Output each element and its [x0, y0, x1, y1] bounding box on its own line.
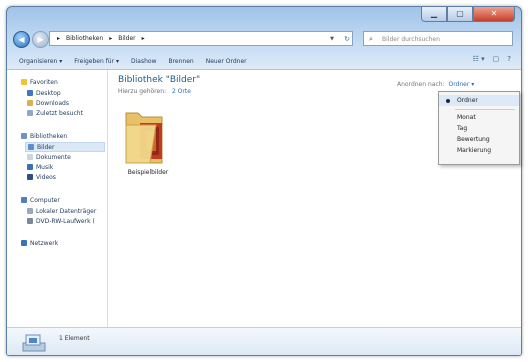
nav-item-local-disk[interactable]: Lokaler Datenträger — [27, 207, 96, 215]
nav-item-pictures[interactable]: Bilder — [25, 142, 105, 152]
menu-label: Ordner — [457, 97, 478, 104]
nav-label: Zuletzt besucht — [36, 109, 83, 117]
drive-icon — [27, 208, 33, 214]
menu-label: Markierung — [457, 147, 492, 154]
breadcrumb-arrow[interactable]: ▸ — [109, 31, 112, 46]
arrange-dropdown[interactable]: Ordner ▾ — [448, 81, 474, 88]
menu-item-month[interactable]: Monat — [439, 112, 519, 123]
network-icon — [21, 240, 27, 246]
explorer-window: ▁ ▢ ✕ ◀ ▶ ▸ Bibliotheken ▸ Bilder ▸ ▼ ↻ … — [6, 6, 522, 356]
nav-label: Favoriten — [30, 78, 58, 86]
address-root-arrow[interactable]: ▸ — [57, 31, 60, 46]
music-icon — [27, 164, 33, 170]
nav-label: Netzwerk — [30, 239, 59, 247]
nav-label: Desktop — [36, 89, 61, 97]
close-button[interactable]: ✕ — [473, 7, 515, 22]
menu-label: Tag — [457, 125, 468, 132]
share-button[interactable]: Freigeben für ▾ — [74, 58, 119, 65]
nav-item-videos[interactable]: Videos — [27, 173, 56, 181]
maximize-button[interactable]: ▢ — [447, 7, 473, 22]
radio-dot-icon — [446, 99, 450, 103]
address-dropdown-icon[interactable]: ▼ — [330, 32, 334, 47]
back-button[interactable]: ◀ — [13, 31, 30, 48]
refresh-icon[interactable]: ↻ — [344, 32, 350, 47]
nav-item-downloads[interactable]: Downloads — [27, 99, 69, 107]
navigation-pane: Favoriten Desktop Downloads Zuletzt besu… — [7, 70, 108, 327]
menu-item-tag[interactable]: Markierung — [439, 145, 519, 156]
organize-button[interactable]: Organisieren ▾ — [19, 58, 62, 65]
recent-places-icon — [27, 110, 33, 116]
menu-label: Monat — [457, 114, 476, 121]
nav-label: Musik — [36, 163, 54, 171]
documents-icon — [27, 154, 33, 160]
burn-button[interactable]: Brennen — [168, 58, 193, 65]
caption-buttons: ▁ ▢ ✕ — [421, 7, 515, 22]
menu-item-rating[interactable]: Bewertung — [439, 134, 519, 145]
libraries-icon — [21, 133, 27, 139]
minimize-button[interactable]: ▁ — [421, 7, 447, 22]
star-icon — [21, 79, 27, 85]
nav-item-network[interactable]: Netzwerk — [21, 239, 58, 247]
desktop-icon — [27, 90, 33, 96]
nav-item-music[interactable]: Musik — [27, 163, 53, 171]
videos-icon — [27, 174, 33, 180]
nav-label: Videos — [36, 173, 56, 181]
forward-button[interactable]: ▶ — [32, 31, 49, 48]
view-options-icon[interactable]: ☷ ▾ — [473, 55, 485, 63]
library-stack-icon — [22, 334, 46, 352]
library-title: Bibliothek "Bilder" — [118, 75, 201, 85]
downloads-icon — [27, 100, 33, 106]
nav-label: Downloads — [36, 99, 69, 107]
view-controls: ☷ ▾ ▢ ? — [473, 55, 511, 63]
menu-label: Bewertung — [457, 136, 490, 143]
nav-item-libraries[interactable]: Bibliotheken — [21, 132, 67, 140]
computer-icon — [21, 197, 27, 203]
nav-label: Dokumente — [36, 153, 71, 161]
menu-item-day[interactable]: Tag — [439, 123, 519, 134]
nav-label: Bibliotheken — [30, 132, 68, 140]
search-placeholder: Bilder durchsuchen — [382, 36, 440, 43]
locations-link[interactable]: 2 Orte — [172, 88, 191, 95]
menu-separator — [455, 109, 515, 110]
folder-item[interactable]: Beispielbilder — [120, 103, 168, 176]
nav-item-computer[interactable]: Computer — [21, 196, 60, 204]
breadcrumb-pictures[interactable]: Bilder — [118, 31, 135, 46]
folder-icon — [125, 112, 163, 164]
breadcrumb-arrow[interactable]: ▸ — [142, 31, 145, 46]
nav-label: Lokaler Datenträger — [36, 207, 97, 215]
arrange-by: Anordnen nach: Ordner ▾ — [397, 81, 474, 88]
nav-label: Computer — [30, 196, 60, 204]
item-count: 1 Element — [59, 335, 90, 342]
pictures-icon — [28, 144, 34, 150]
includes-label: Hierzu gehören: — [118, 88, 167, 95]
search-box[interactable]: ⌕ Bilder durchsuchen — [363, 31, 513, 46]
breadcrumb-libraries[interactable]: Bibliotheken — [66, 31, 103, 46]
nav-label: DVD-RW-Laufwerk ( — [36, 217, 95, 225]
nav-item-desktop[interactable]: Desktop — [27, 89, 61, 97]
nav-label: Bilder — [37, 143, 55, 151]
menu-item-folder[interactable]: Ordner — [439, 95, 519, 106]
nav-item-dvd-drive[interactable]: DVD-RW-Laufwerk ( — [27, 217, 95, 225]
help-icon[interactable]: ? — [507, 55, 511, 63]
arrange-label: Anordnen nach: — [397, 81, 445, 88]
address-bar[interactable]: ▸ Bibliotheken ▸ Bilder ▸ ▼ ↻ — [49, 31, 353, 46]
details-pane: 1 Element — [7, 327, 521, 355]
command-bar: Organisieren ▾ Freigeben für ▾ Diashow B… — [7, 53, 521, 70]
arrange-menu: Ordner Monat Tag Bewertung Markierung — [438, 91, 520, 165]
folder-name: Beispielbilder — [127, 169, 169, 176]
nav-item-favorites[interactable]: Favoriten — [21, 78, 58, 86]
preview-pane-icon[interactable]: ▢ — [493, 55, 500, 63]
nav-buttons: ◀ ▶ — [13, 31, 49, 48]
slideshow-button[interactable]: Diashow — [131, 58, 156, 65]
new-folder-button[interactable]: Neuer Ordner — [206, 58, 247, 65]
library-subtitle: Hierzu gehören: 2 Orte — [118, 88, 191, 95]
dvd-drive-icon — [27, 218, 33, 224]
nav-item-documents[interactable]: Dokumente — [27, 153, 71, 161]
nav-item-recent[interactable]: Zuletzt besucht — [27, 109, 83, 117]
search-icon: ⌕ — [369, 35, 373, 43]
